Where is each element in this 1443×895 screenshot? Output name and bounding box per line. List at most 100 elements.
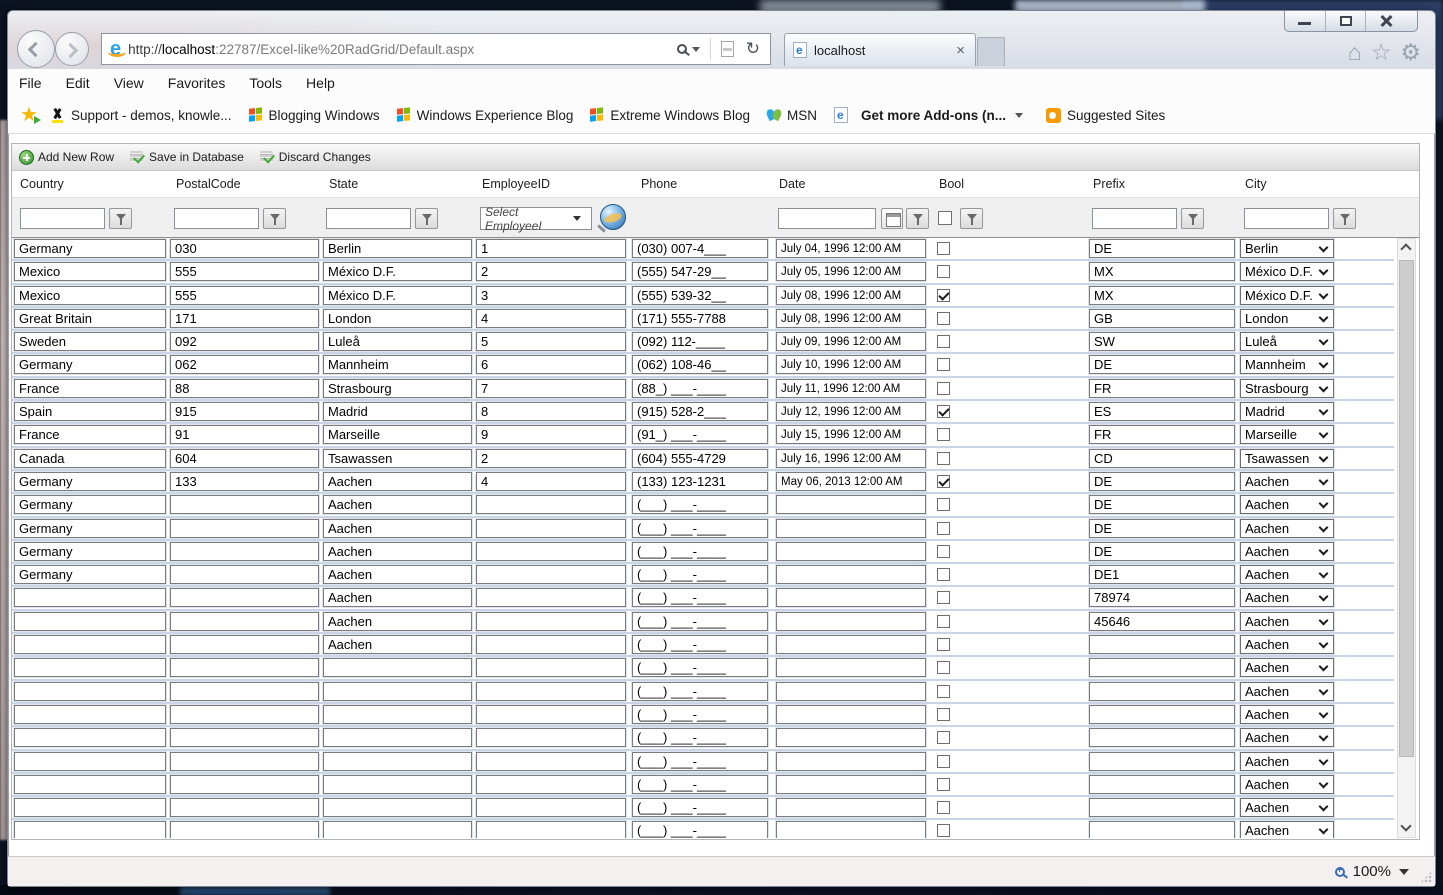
cell-country-input[interactable]: Great Britain: [14, 309, 166, 328]
cell-bool-checkbox[interactable]: [937, 312, 950, 325]
prefix-filter-input[interactable]: [1092, 208, 1177, 229]
menu-favorites[interactable]: Favorites: [168, 75, 226, 91]
cell-state-input[interactable]: [323, 821, 472, 838]
favorite-item-windows-experience-blog[interactable]: Windows Experience Blog: [392, 106, 579, 125]
bool-filter-checkbox[interactable]: [938, 211, 952, 225]
date-filter-funnel-icon[interactable]: [906, 208, 929, 229]
employeeid-filter-select[interactable]: Select EmployeeI: [480, 207, 592, 230]
cell-employeeid-input[interactable]: [476, 682, 626, 701]
home-icon[interactable]: ⌂: [1348, 39, 1362, 65]
cell-prefix-input[interactable]: DE: [1089, 239, 1235, 258]
compatibility-view-icon[interactable]: [721, 41, 734, 57]
cell-country-input[interactable]: [14, 612, 166, 631]
close-button[interactable]: [1365, 11, 1417, 31]
cell-postalcode-input[interactable]: 604: [170, 449, 319, 468]
cell-bool-checkbox[interactable]: [937, 638, 950, 651]
cell-date-input[interactable]: July 11, 1996 12:00 AM: [776, 379, 926, 398]
cell-state-input[interactable]: Aachen: [323, 519, 472, 538]
cell-employeeid-input[interactable]: [476, 635, 626, 654]
column-header-postalcode[interactable]: PostalCode: [176, 177, 241, 191]
cell-prefix-input[interactable]: DE1: [1089, 565, 1235, 584]
cell-postalcode-input[interactable]: 092: [170, 332, 319, 351]
cell-bool-checkbox[interactable]: [937, 801, 950, 814]
cell-state-input[interactable]: London: [323, 309, 472, 328]
cell-date-input[interactable]: July 08, 1996 12:00 AM: [776, 286, 926, 305]
cell-postalcode-input[interactable]: [170, 612, 319, 631]
cell-phone-input[interactable]: (___) ___-____: [632, 821, 768, 838]
cell-date-input[interactable]: May 06, 2013 12:00 AM: [776, 472, 926, 491]
cell-phone-input[interactable]: (___) ___-____: [632, 752, 768, 771]
cell-phone-input[interactable]: (___) ___-____: [632, 495, 768, 514]
column-header-date[interactable]: Date: [779, 177, 805, 191]
cell-city-select[interactable]: Aachen: [1240, 588, 1334, 607]
cell-city-select[interactable]: Aachen: [1240, 821, 1334, 838]
cell-bool-checkbox[interactable]: [937, 265, 950, 278]
cell-prefix-input[interactable]: [1089, 821, 1235, 838]
menu-view[interactable]: View: [114, 75, 144, 91]
add-favorite-star-icon[interactable]: ★: [20, 106, 38, 124]
cell-prefix-input[interactable]: [1089, 775, 1235, 794]
cell-state-input[interactable]: Marseille: [323, 425, 472, 444]
cell-employeeid-input[interactable]: [476, 495, 626, 514]
cell-country-input[interactable]: Germany: [14, 565, 166, 584]
cell-city-select[interactable]: Berlin: [1240, 239, 1334, 258]
cell-phone-input[interactable]: (030) 007-4___: [632, 239, 768, 258]
cell-date-input[interactable]: [776, 705, 926, 724]
cell-prefix-input[interactable]: [1089, 658, 1235, 677]
cell-employeeid-input[interactable]: [476, 565, 626, 584]
cell-state-input[interactable]: [323, 658, 472, 677]
scrollbar-thumb[interactable]: [1399, 260, 1414, 757]
cell-city-select[interactable]: Aachen: [1240, 775, 1334, 794]
cell-state-input[interactable]: [323, 728, 472, 747]
cell-employeeid-input[interactable]: 8: [476, 402, 626, 421]
cell-city-select[interactable]: Aachen: [1240, 752, 1334, 771]
forward-button[interactable]: [55, 32, 89, 66]
cell-employeeid-input[interactable]: 2: [476, 449, 626, 468]
cell-country-input[interactable]: [14, 798, 166, 817]
cell-prefix-input[interactable]: 78974: [1089, 588, 1235, 607]
cell-date-input[interactable]: July 08, 1996 12:00 AM: [776, 309, 926, 328]
cell-postalcode-input[interactable]: [170, 821, 319, 838]
cell-date-input[interactable]: [776, 798, 926, 817]
menu-file[interactable]: File: [19, 75, 42, 91]
cell-state-input[interactable]: Tsawassen: [323, 449, 472, 468]
cell-state-input[interactable]: [323, 705, 472, 724]
cell-postalcode-input[interactable]: 133: [170, 472, 319, 491]
cell-employeeid-input[interactable]: [476, 705, 626, 724]
cell-prefix-input[interactable]: DE: [1089, 355, 1235, 374]
cell-country-input[interactable]: [14, 658, 166, 677]
cell-country-input[interactable]: Sweden: [14, 332, 166, 351]
cell-state-input[interactable]: Mannheim: [323, 355, 472, 374]
cell-country-input[interactable]: Germany: [14, 495, 166, 514]
cell-phone-input[interactable]: (062) 108-46__: [632, 355, 768, 374]
zoom-dropdown-caret-icon[interactable]: [1399, 869, 1409, 875]
cell-prefix-input[interactable]: [1089, 728, 1235, 747]
city-filter-input[interactable]: [1244, 208, 1329, 229]
cell-employeeid-input[interactable]: [476, 658, 626, 677]
cell-country-input[interactable]: Spain: [14, 402, 166, 421]
cell-state-input[interactable]: Aachen: [323, 472, 472, 491]
cell-employeeid-input[interactable]: 4: [476, 309, 626, 328]
cell-country-input[interactable]: Mexico: [14, 286, 166, 305]
cell-bool-checkbox[interactable]: [937, 405, 950, 418]
cell-prefix-input[interactable]: FR: [1089, 379, 1235, 398]
postalcode-filter-input[interactable]: [174, 208, 259, 229]
cell-prefix-input[interactable]: [1089, 752, 1235, 771]
cell-prefix-input[interactable]: MX: [1089, 262, 1235, 281]
zoom-level[interactable]: 100%: [1353, 863, 1391, 880]
cell-city-select[interactable]: London: [1240, 309, 1334, 328]
cell-city-select[interactable]: Mannheim: [1240, 355, 1334, 374]
cell-city-select[interactable]: Aachen: [1240, 635, 1334, 654]
cell-bool-checkbox[interactable]: [937, 755, 950, 768]
cell-city-select[interactable]: México D.F.: [1240, 286, 1334, 305]
menu-tools[interactable]: Tools: [249, 75, 282, 91]
cell-bool-checkbox[interactable]: [937, 452, 950, 465]
cell-bool-checkbox[interactable]: [937, 615, 950, 628]
favorite-item-msn[interactable]: MSN: [762, 106, 822, 125]
cell-country-input[interactable]: [14, 682, 166, 701]
cell-state-input[interactable]: Strasbourg: [323, 379, 472, 398]
address-bar[interactable]: e http://localhost:22787/Excel-like%20Ra…: [101, 33, 771, 65]
cell-bool-checkbox[interactable]: [937, 778, 950, 791]
cell-date-input[interactable]: July 05, 1996 12:00 AM: [776, 262, 926, 281]
cell-bool-checkbox[interactable]: [937, 335, 950, 348]
